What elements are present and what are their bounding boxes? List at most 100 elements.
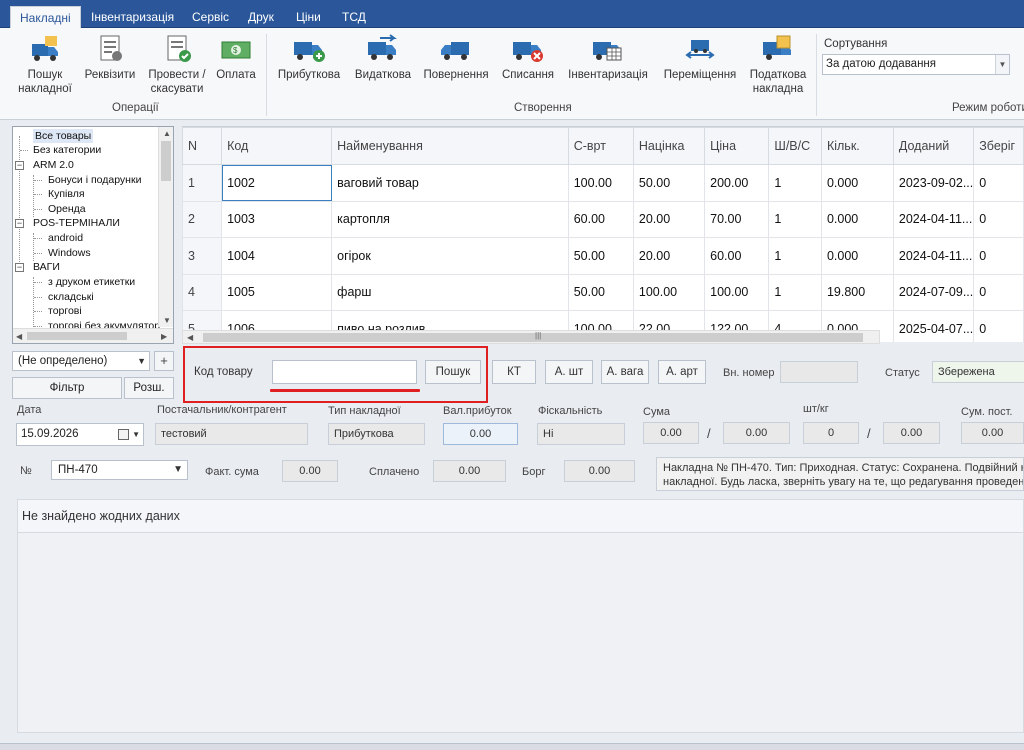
create-return-button[interactable]: Повернення xyxy=(423,34,489,82)
scroll-right-icon[interactable]: ▶ xyxy=(161,332,167,341)
column-header[interactable]: Код xyxy=(221,127,333,165)
tab-inventory[interactable]: Інвентаризація xyxy=(82,6,183,28)
tree-item[interactable]: ВАГИ xyxy=(33,260,60,274)
tab-tsd[interactable]: ТСД xyxy=(333,6,375,28)
tree-item[interactable]: POS-ТЕРМІНАЛИ xyxy=(33,216,120,230)
table-cell[interactable]: 1005 xyxy=(221,273,333,311)
requisites-button[interactable]: Реквізити xyxy=(84,34,136,82)
table-cell[interactable]: 0 xyxy=(973,200,1024,238)
tree-item[interactable]: Оренда xyxy=(48,202,86,216)
create-inventory-button[interactable]: Інвентаризація xyxy=(567,34,649,82)
tree-horizontal-scrollbar[interactable]: ◀ ▶ xyxy=(13,328,173,343)
tree-vertical-scrollbar[interactable]: ▲ ▼ xyxy=(158,127,173,327)
table-cell[interactable]: огірок xyxy=(331,237,569,275)
table-cell[interactable]: ваговий товар xyxy=(331,164,569,202)
collapse-icon[interactable]: − xyxy=(15,263,24,272)
scrollbar-thumb[interactable] xyxy=(27,332,127,340)
kt-button[interactable]: КТ xyxy=(492,360,536,384)
invoice-number-select[interactable]: ПН-470 ▼ xyxy=(51,460,188,480)
table-cell[interactable]: 20.00 xyxy=(632,200,706,238)
table-cell[interactable]: 0 xyxy=(973,273,1024,311)
column-header[interactable]: Зберіг xyxy=(973,127,1024,165)
table-cell[interactable]: 1 xyxy=(768,237,822,275)
tree-item[interactable]: android xyxy=(48,231,83,245)
tab-prices[interactable]: Ціни xyxy=(287,6,330,28)
scrollbar-thumb[interactable] xyxy=(203,333,863,342)
table-cell[interactable]: 70.00 xyxy=(704,200,770,238)
tree-item[interactable]: Windows xyxy=(48,246,91,260)
sort-select[interactable]: За датою додавання ▼ xyxy=(822,54,1010,75)
tab-nakladni[interactable]: Накладні xyxy=(10,6,81,29)
product-code-input[interactable] xyxy=(272,360,417,384)
table-cell[interactable]: 4 xyxy=(182,273,223,311)
table-cell[interactable]: 2024-07-09... xyxy=(892,273,975,311)
column-header[interactable]: Ш/В/С xyxy=(768,127,822,165)
scrollbar-thumb[interactable] xyxy=(161,141,171,181)
search-button[interactable]: Пошук xyxy=(425,360,481,384)
table-cell[interactable]: 100.00 xyxy=(704,273,770,311)
table-cell[interactable]: 200.00 xyxy=(704,164,770,202)
table-cell[interactable]: 0.000 xyxy=(820,237,894,275)
auto-pcs-button[interactable]: А. шт xyxy=(545,360,593,384)
table-cell[interactable]: 2024-04-11... xyxy=(892,200,975,238)
tree-item[interactable]: з друком етикетки xyxy=(48,275,135,289)
table-cell[interactable]: 60.00 xyxy=(704,237,770,275)
table-cell[interactable]: 1 xyxy=(768,164,822,202)
scroll-left-icon[interactable]: ◀ xyxy=(16,332,22,341)
table-cell[interactable]: 2024-04-11... xyxy=(892,237,975,275)
tree-item[interactable]: торгові xyxy=(48,304,82,318)
column-header[interactable]: Доданий xyxy=(892,127,975,165)
tree-item[interactable]: Бонуси і подарунки xyxy=(48,173,141,187)
table-cell[interactable]: 0.000 xyxy=(820,200,894,238)
grid-horizontal-scrollbar[interactable]: ◀ ||| xyxy=(182,330,880,344)
table-row[interactable]: 3 1004 огірок 50.00 20.00 60.00 1 0.000 … xyxy=(182,237,1024,275)
table-cell[interactable]: 0 xyxy=(973,310,1024,342)
column-header[interactable]: N xyxy=(182,127,223,165)
create-tax-invoice-button[interactable]: Податкова накладна xyxy=(748,34,808,96)
table-cell[interactable]: 3 xyxy=(182,237,223,275)
table-cell[interactable]: 1 xyxy=(768,273,822,311)
table-cell[interactable]: 1003 xyxy=(221,200,333,238)
table-cell[interactable]: 50.00 xyxy=(567,273,634,311)
search-invoice-button[interactable]: Пошук накладної xyxy=(17,34,73,96)
category-filter-select[interactable]: (Не определено) ▼ xyxy=(12,351,150,371)
column-header[interactable]: Ціна xyxy=(704,127,770,165)
create-income-button[interactable]: Прибуткова xyxy=(276,34,342,82)
column-header[interactable]: Націнка xyxy=(632,127,706,165)
column-header[interactable]: Кільк. xyxy=(820,127,894,165)
table-cell[interactable]: фарш xyxy=(331,273,569,311)
create-writeoff-button[interactable]: Списання xyxy=(502,34,554,82)
table-cell[interactable]: 50.00 xyxy=(632,164,706,202)
table-cell[interactable]: 60.00 xyxy=(567,200,634,238)
tab-print[interactable]: Друк xyxy=(239,6,283,28)
column-header[interactable]: Найменування xyxy=(331,127,569,165)
filter-button[interactable]: Фільтр xyxy=(12,377,122,399)
expand-button[interactable]: Розш. xyxy=(124,377,174,399)
table-cell[interactable]: 1002 xyxy=(221,164,333,202)
table-cell[interactable]: 20.00 xyxy=(632,237,706,275)
table-cell[interactable]: 1004 xyxy=(221,237,333,275)
scroll-up-icon[interactable]: ▲ xyxy=(163,129,171,138)
auto-weight-button[interactable]: А. вага xyxy=(601,360,649,384)
tree-item[interactable]: Без категории xyxy=(33,143,101,157)
table-row[interactable]: 4 1005 фарш 50.00 100.00 100.00 1 19.800… xyxy=(182,273,1024,311)
tree-item[interactable]: Купівля xyxy=(48,187,85,201)
table-cell[interactable]: 2 xyxy=(182,200,223,238)
table-cell[interactable]: 0 xyxy=(973,237,1024,275)
supplier-field[interactable]: тестовий xyxy=(155,423,308,445)
table-cell[interactable]: 2025-04-07... xyxy=(892,310,975,342)
tree-item[interactable]: ARM 2.0 xyxy=(33,158,74,172)
scroll-left-icon[interactable]: ◀ xyxy=(187,333,193,342)
collapse-icon[interactable]: − xyxy=(15,161,24,170)
table-cell[interactable]: 0 xyxy=(973,164,1024,202)
table-cell[interactable]: 1 xyxy=(768,200,822,238)
table-cell[interactable]: 100.00 xyxy=(567,164,634,202)
table-cell[interactable]: 2023-09-02... xyxy=(892,164,975,202)
tab-service[interactable]: Сервіс xyxy=(183,6,238,28)
tree-item[interactable]: складські xyxy=(48,290,94,304)
create-transfer-button[interactable]: Переміщення xyxy=(662,34,738,82)
scroll-down-icon[interactable]: ▼ xyxy=(163,316,171,325)
table-cell[interactable]: 1 xyxy=(182,164,223,202)
payment-button[interactable]: $ Оплата xyxy=(215,34,257,82)
table-row[interactable]: 2 1003 картопля 60.00 20.00 70.00 1 0.00… xyxy=(182,200,1024,238)
